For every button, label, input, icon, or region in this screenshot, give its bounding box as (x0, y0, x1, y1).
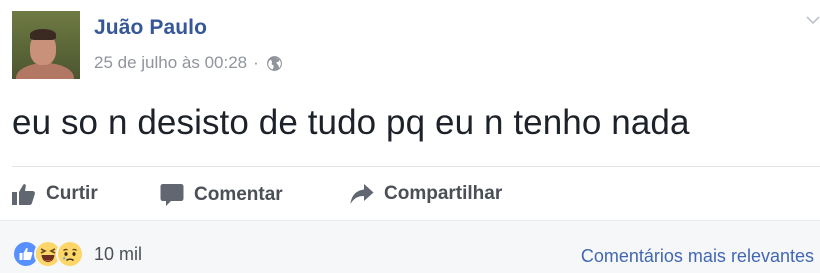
thumbs-up-icon (12, 184, 35, 205)
post-timestamp[interactable]: 25 de julho às 00:28 (94, 53, 247, 73)
reaction-summary[interactable]: 10 mil (12, 240, 142, 268)
post-message: eu so n desisto de tudo pq eu n tenho na… (12, 103, 690, 142)
meta-separator: · (253, 53, 259, 72)
sad-reaction-icon (56, 240, 84, 268)
avatar-shoulders (16, 63, 74, 79)
share-button[interactable]: Compartilhar (350, 183, 502, 205)
comment-button[interactable]: Comentar (160, 183, 283, 207)
post-actions: Curtir Comentar Compartilhar (12, 168, 820, 220)
post-meta: 25 de julho às 00:28 · (94, 53, 283, 73)
like-label: Curtir (46, 183, 98, 204)
globe-icon[interactable] (266, 55, 283, 72)
actions-divider (12, 166, 820, 167)
author-name[interactable]: Juão Paulo (94, 16, 207, 40)
chevron-down-icon[interactable] (806, 13, 820, 27)
share-label: Compartilhar (384, 183, 503, 204)
comments-sort-link[interactable]: Comentários mais relevantes (581, 246, 814, 267)
like-button[interactable]: Curtir (12, 183, 98, 205)
post-header: Juão Paulo 25 de julho às 00:28 · (12, 11, 820, 79)
share-arrow-icon (350, 184, 374, 204)
author-avatar[interactable] (12, 11, 80, 79)
avatar-hair (30, 29, 56, 40)
facebook-post: Juão Paulo 25 de julho às 00:28 · eu so … (0, 0, 820, 273)
comment-label: Comentar (194, 184, 283, 205)
comment-bubble-icon (160, 184, 184, 206)
reactions-footer: 10 mil Comentários mais relevantes (0, 220, 820, 273)
reaction-count[interactable]: 10 mil (94, 244, 142, 265)
